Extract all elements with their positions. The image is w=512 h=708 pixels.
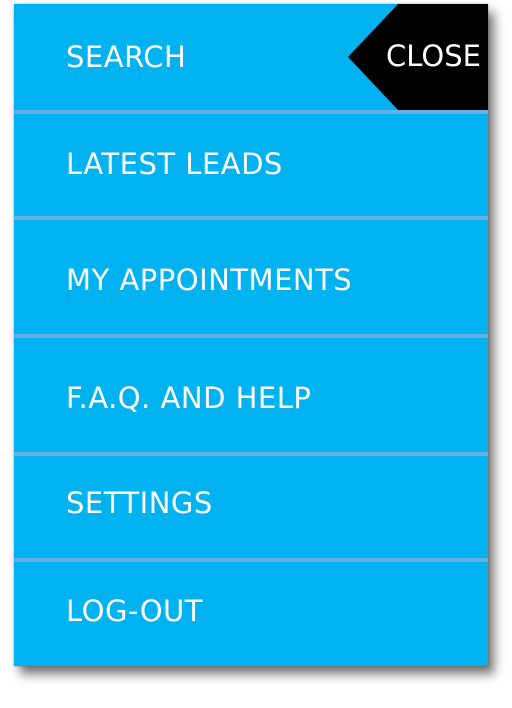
menu-item-label: SEARCH [66, 40, 187, 74]
menu-item-label: F.A.Q. AND HELP [66, 381, 312, 415]
navigation-menu: SEARCH CLOSE LATEST LEADS MY APPOINTMENT… [14, 4, 488, 666]
menu-item-faq-and-help[interactable]: F.A.Q. AND HELP [14, 338, 488, 452]
close-label: CLOSE [386, 39, 481, 73]
close-button[interactable]: CLOSE [348, 4, 488, 110]
menu-item-log-out[interactable]: LOG-OUT [14, 562, 488, 666]
menu-item-label: SETTINGS [66, 486, 213, 520]
menu-item-label: MY APPOINTMENTS [66, 263, 353, 297]
menu-item-label: LATEST LEADS [66, 147, 283, 181]
menu-item-latest-leads[interactable]: LATEST LEADS [14, 114, 488, 216]
menu-item-settings[interactable]: SETTINGS [14, 456, 488, 558]
menu-item-my-appointments[interactable]: MY APPOINTMENTS [14, 220, 488, 334]
menu-item-label: LOG-OUT [66, 594, 203, 628]
